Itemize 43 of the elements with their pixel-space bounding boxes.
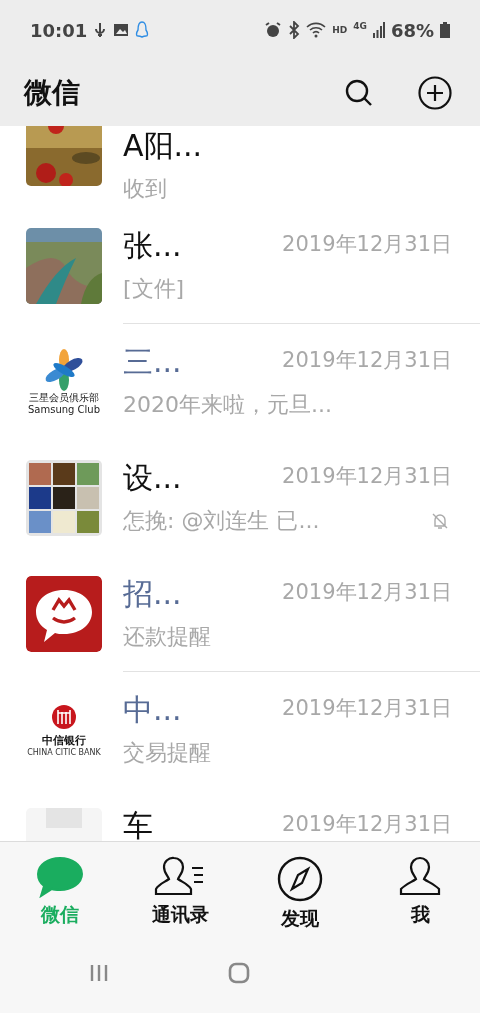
chat-date: 2019年12月31日 xyxy=(282,347,452,374)
bluetooth-icon xyxy=(288,21,301,39)
message-preview: 交易提醒 xyxy=(123,739,211,767)
network-type: 4G xyxy=(353,21,367,31)
search-icon[interactable] xyxy=(344,78,374,108)
chat-date: 2019年12月31日 xyxy=(282,463,452,490)
chat-date: 2019年12月31日 xyxy=(282,695,452,722)
chat-title: 张... xyxy=(123,227,182,265)
chat-title: A阳... xyxy=(123,127,203,165)
chat-title: 三... xyxy=(123,343,182,381)
alarm-icon xyxy=(264,21,283,39)
tab[interactable]: 发现 xyxy=(240,856,360,932)
compass-icon xyxy=(277,856,323,902)
image-icon xyxy=(113,22,130,38)
club-logo: 三星会员俱乐部 Samsung Club xyxy=(16,344,112,420)
chat-bubble-icon xyxy=(37,856,83,898)
wifi-icon xyxy=(306,22,327,38)
status-time: 10:01 xyxy=(30,19,88,41)
contacts-icon xyxy=(154,856,206,898)
tab[interactable]: 我 xyxy=(360,856,480,932)
chat-title: 中... xyxy=(123,691,182,729)
battery-percent: 68% xyxy=(390,19,434,41)
header-title: 微信 xyxy=(24,75,80,111)
message-preview: 收到 xyxy=(123,175,167,203)
add-icon[interactable] xyxy=(418,76,452,110)
chat-title: 招... xyxy=(123,575,182,613)
bank-logo: 中信银行 CHINA CITIC BANK xyxy=(16,692,112,768)
message-preview: 怎挽: @刘连生 已... xyxy=(123,507,320,535)
chat-title: 设... xyxy=(123,459,182,497)
message-preview: [文件] xyxy=(123,275,185,303)
chat-title: 车 xyxy=(123,807,153,841)
signal-icon xyxy=(372,22,385,38)
chat-date: 2019年12月31日 xyxy=(282,811,452,838)
hd-indicator: HD xyxy=(332,25,348,35)
chat-date: 2019年12月31日 xyxy=(282,231,452,258)
recent-apps-icon[interactable] xyxy=(89,963,110,982)
home-icon[interactable] xyxy=(228,961,250,984)
message-preview: 2020年来啦，元旦... xyxy=(123,391,332,419)
message-preview: 还款提醒 xyxy=(123,623,211,651)
chat-date: 2019年12月31日 xyxy=(282,579,452,606)
person-icon xyxy=(397,856,443,898)
battery-icon xyxy=(440,22,450,38)
tab[interactable]: 通讯录 xyxy=(120,856,240,932)
